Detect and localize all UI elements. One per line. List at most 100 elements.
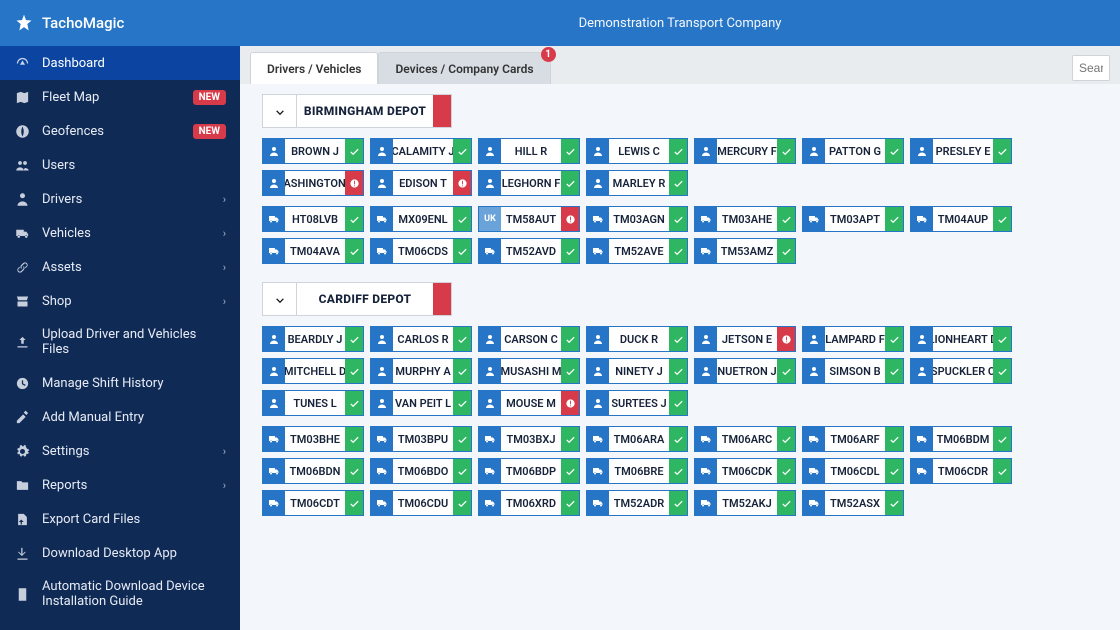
vehicle-chip[interactable]: TM03AHE <box>694 206 796 232</box>
chip-label: HT08LVB <box>285 207 345 231</box>
vehicle-chip[interactable]: TM06BDN <box>262 458 364 484</box>
driver-chip[interactable]: PATTON G <box>802 138 904 164</box>
vehicle-chip[interactable]: TM06XRD <box>478 490 580 516</box>
search-input[interactable] <box>1072 55 1110 81</box>
vehicle-chip[interactable]: TM03BHE <box>262 426 364 452</box>
company-name: Demonstration Transport Company <box>240 16 1120 31</box>
sidebar-item-dashboard[interactable]: Dashboard <box>0 46 240 80</box>
driver-chip[interactable]: MITCHELL D <box>262 358 364 384</box>
vehicle-chip[interactable]: TM03BPU <box>370 426 472 452</box>
driver-chip[interactable]: LEGHORN F <box>478 170 580 196</box>
status-ok-icon <box>561 359 579 383</box>
driver-chip[interactable]: SIMSON B <box>802 358 904 384</box>
driver-chip[interactable]: LIONHEART D <box>910 326 1012 352</box>
driver-chip[interactable]: BROWN J <box>262 138 364 164</box>
vehicle-chip[interactable]: TM06ARF <box>802 426 904 452</box>
driver-chip[interactable]: WASHINGTON G <box>262 170 364 196</box>
vehicle-chip[interactable]: TM06BDM <box>910 426 1012 452</box>
collapse-button[interactable] <box>263 283 297 315</box>
shop-icon <box>14 293 30 309</box>
vehicle-chip[interactable]: TM06CDR <box>910 458 1012 484</box>
vehicle-chip[interactable]: TM04AUP <box>910 206 1012 232</box>
sidebar-item-label: Add Manual Entry <box>42 410 226 425</box>
vehicle-chip[interactable]: TM06CDK <box>694 458 796 484</box>
vehicle-chip[interactable]: TM03BXJ <box>478 426 580 452</box>
chip-label: MOUSE M <box>501 391 561 415</box>
vehicle-chip[interactable]: TM04AVA <box>262 238 364 264</box>
driver-chip[interactable]: NUETRON J <box>694 358 796 384</box>
driver-chip[interactable]: SPUCKLER C <box>910 358 1012 384</box>
sidebar-item-upload-driver-and-vehicles-files[interactable]: Upload Driver and Vehicles Files <box>0 318 240 366</box>
driver-chip[interactable]: CARSON C <box>478 326 580 352</box>
driver-chip[interactable]: SURTEES J <box>586 390 688 416</box>
vehicle-chip[interactable]: MX09ENL <box>370 206 472 232</box>
vehicle-chip[interactable]: TM06ARC <box>694 426 796 452</box>
driver-chip[interactable]: DUCK R <box>586 326 688 352</box>
vehicle-chip[interactable]: TM06CDT <box>262 490 364 516</box>
vehicle-chip[interactable]: TM06BDP <box>478 458 580 484</box>
vehicle-chip[interactable]: TM03AGN <box>586 206 688 232</box>
sidebar-item-automatic-download-device-installation-guide[interactable]: Automatic Download Device Installation G… <box>0 570 240 618</box>
driver-chip[interactable]: LAMPARD F <box>802 326 904 352</box>
vehicle-chip[interactable]: HT08LVB <box>262 206 364 232</box>
sidebar-item-vehicles[interactable]: Vehicles› <box>0 216 240 250</box>
sidebar-item-export-card-files[interactable]: Export Card Files <box>0 502 240 536</box>
status-ok-icon <box>777 139 795 163</box>
driver-chip[interactable]: CARLOS R <box>370 326 472 352</box>
driver-chip[interactable]: MARLEY R <box>586 170 688 196</box>
gauge-icon <box>14 55 30 71</box>
status-ok-icon <box>777 491 795 515</box>
chip-label: MUSASHI M <box>501 359 561 383</box>
collapse-button[interactable] <box>263 95 297 127</box>
sidebar-item-assets[interactable]: Assets› <box>0 250 240 284</box>
driver-chip[interactable]: MOUSE M <box>478 390 580 416</box>
vehicle-chip[interactable]: TM06BRE <box>586 458 688 484</box>
sidebar-item-add-manual-entry[interactable]: Add Manual Entry <box>0 400 240 434</box>
vehicle-chip[interactable]: UKTM58AUT <box>478 206 580 232</box>
chip-label: JETSON E <box>717 327 777 351</box>
sidebar-item-label: Reports <box>42 478 211 493</box>
sidebar-item-label: Upload Driver and Vehicles Files <box>42 327 226 357</box>
sidebar-item-shop[interactable]: Shop› <box>0 284 240 318</box>
driver-chip[interactable]: VAN PEIT L <box>370 390 472 416</box>
driver-chip[interactable]: BEARDLY J <box>262 326 364 352</box>
sidebar-item-fleet-map[interactable]: Fleet MapNEW <box>0 80 240 114</box>
driver-chip[interactable]: PRESLEY E <box>910 138 1012 164</box>
sidebar-item-drivers[interactable]: Drivers› <box>0 182 240 216</box>
chip-label: TM06CDT <box>285 491 345 515</box>
vehicle-chip[interactable]: TM06CDS <box>370 238 472 264</box>
driver-chip[interactable]: TUNES L <box>262 390 364 416</box>
vehicle-chip[interactable]: TM06CDU <box>370 490 472 516</box>
tab-devices-company-cards[interactable]: Devices / Company Cards1 <box>378 52 550 84</box>
driver-chip[interactable]: NINETY J <box>586 358 688 384</box>
vehicle-chip[interactable]: TM03APT <box>802 206 904 232</box>
driver-chip[interactable]: CALAMITY J <box>370 138 472 164</box>
vehicle-chip[interactable]: TM52AKJ <box>694 490 796 516</box>
main-scroll[interactable]: BIRMINGHAM DEPOTBROWN JCALAMITY JHILL RL… <box>240 84 1120 630</box>
sidebar-item-reports[interactable]: Reports› <box>0 468 240 502</box>
vehicle-chip[interactable]: TM06ARA <box>586 426 688 452</box>
driver-chip[interactable]: MERCURY F <box>694 138 796 164</box>
driver-chip[interactable]: LEWIS C <box>586 138 688 164</box>
sidebar-item-label: Download Desktop App <box>42 546 226 561</box>
vehicle-chip[interactable]: TM52ASX <box>802 490 904 516</box>
chip-label: TM52ADR <box>609 491 669 515</box>
driver-chip[interactable]: MUSASHI M <box>478 358 580 384</box>
sidebar-item-download-desktop-app[interactable]: Download Desktop App <box>0 536 240 570</box>
person-icon <box>479 171 501 195</box>
vehicle-chip[interactable]: TM52AVE <box>586 238 688 264</box>
vehicle-chip[interactable]: TM06CDL <box>802 458 904 484</box>
sidebar-item-geofences[interactable]: GeofencesNEW <box>0 114 240 148</box>
vehicle-chip[interactable]: TM06BDO <box>370 458 472 484</box>
sidebar-item-settings[interactable]: Settings› <box>0 434 240 468</box>
sidebar-item-users[interactable]: Users <box>0 148 240 182</box>
tab-drivers-vehicles[interactable]: Drivers / Vehicles <box>250 52 378 84</box>
driver-chip[interactable]: EDISON T <box>370 170 472 196</box>
sidebar-item-manage-shift-history[interactable]: Manage Shift History <box>0 366 240 400</box>
driver-chip[interactable]: HILL R <box>478 138 580 164</box>
vehicle-chip[interactable]: TM53AMZ <box>694 238 796 264</box>
driver-chip[interactable]: MURPHY A <box>370 358 472 384</box>
vehicle-chip[interactable]: TM52ADR <box>586 490 688 516</box>
vehicle-chip[interactable]: TM52AVD <box>478 238 580 264</box>
driver-chip[interactable]: JETSON E <box>694 326 796 352</box>
